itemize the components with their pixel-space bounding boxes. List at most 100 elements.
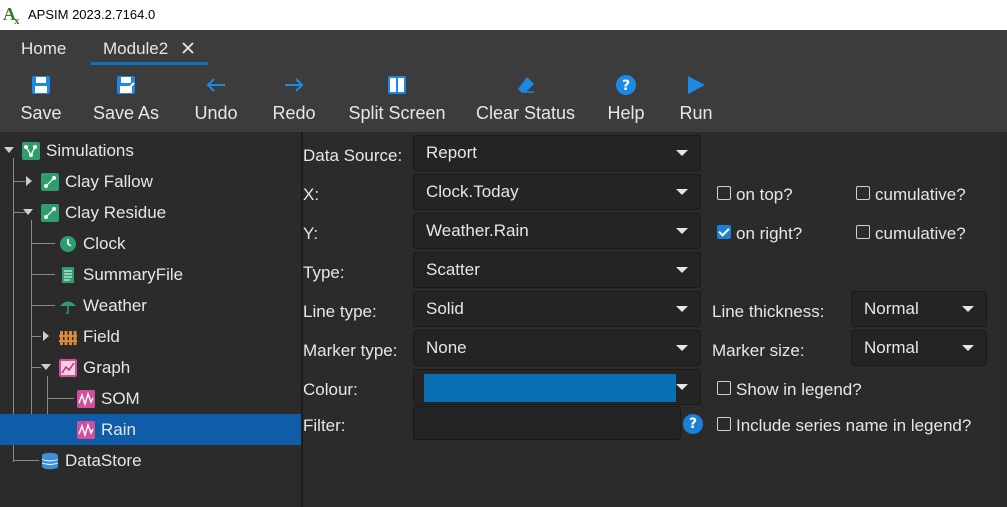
y-cumulative-label: cumulative?: [875, 224, 966, 243]
colour-swatch: [424, 374, 676, 402]
split-screen-icon: [388, 76, 406, 94]
tab-module2[interactable]: Module2: [103, 30, 168, 65]
save-as-label: Save As: [92, 103, 160, 123]
series-icon: [77, 421, 95, 439]
tree-label: Field: [83, 327, 120, 346]
tree-node-simulations[interactable]: Simulations: [0, 135, 301, 166]
include-series-name-label: Include series name in legend?: [736, 416, 972, 435]
clear-status-button[interactable]: Clear Status: [475, 65, 576, 132]
expanded-arrow-icon[interactable]: [41, 361, 51, 373]
undo-arrow-icon: [206, 78, 225, 92]
y-on-right-checkbox[interactable]: [717, 225, 731, 239]
dropdown-value: Normal: [864, 338, 919, 357]
dropdown-value: Scatter: [426, 260, 480, 279]
save-as-icon: [117, 76, 135, 94]
chevron-down-icon: [676, 267, 688, 273]
series-icon: [77, 390, 95, 408]
apsim-logo-icon: A x: [3, 4, 20, 25]
type-label: Type:: [303, 263, 345, 282]
x-on-top-checkbox[interactable]: [717, 186, 731, 200]
marker-type-label: Marker type:: [303, 341, 398, 360]
colour-dropdown[interactable]: [413, 369, 701, 405]
chevron-down-icon: [676, 384, 688, 390]
data-source-dropdown[interactable]: Report: [413, 135, 701, 171]
redo-label: Redo: [272, 103, 316, 123]
collapsed-arrow-icon[interactable]: [41, 330, 51, 342]
tree-label: DataStore: [65, 451, 142, 470]
dropdown-value: Clock.Today: [426, 182, 519, 201]
redo-button[interactable]: Redo: [270, 65, 318, 132]
tree-node-clay-fallow[interactable]: Clay Fallow: [0, 166, 301, 197]
tree-label: Clay Residue: [65, 203, 167, 222]
line-thickness-label: Line thickness:: [712, 302, 825, 321]
tree-node-som[interactable]: SOM: [0, 383, 301, 414]
colour-label: Colour:: [303, 380, 358, 399]
marker-size-dropdown[interactable]: Normal: [851, 330, 987, 366]
tree-node-clock[interactable]: Clock: [0, 228, 301, 259]
filter-input[interactable]: [413, 406, 681, 440]
line-type-dropdown[interactable]: Solid: [413, 291, 701, 327]
tree-node-datastore[interactable]: DataStore: [0, 445, 301, 476]
tree-label: SummaryFile: [83, 265, 184, 284]
series-type-dropdown[interactable]: Scatter: [413, 252, 701, 288]
tree-node-summaryfile[interactable]: SummaryFile: [0, 259, 301, 290]
marker-type-dropdown[interactable]: None: [413, 330, 701, 366]
chevron-down-icon: [676, 150, 688, 156]
save-as-button[interactable]: Save As: [90, 65, 162, 132]
include-series-name-checkbox[interactable]: [717, 417, 731, 431]
y-on-right-label: on right?: [736, 224, 803, 243]
chevron-down-icon: [676, 189, 688, 195]
show-in-legend-checkbox[interactable]: [717, 381, 731, 395]
dropdown-value: Report: [426, 143, 478, 162]
save-button[interactable]: Save: [16, 65, 66, 132]
marker-size-label: Marker size:: [712, 341, 805, 360]
clock-icon: [60, 236, 76, 252]
collapsed-arrow-icon[interactable]: [24, 175, 34, 187]
save-icon: [32, 76, 50, 94]
y-field-dropdown[interactable]: Weather.Rain: [413, 213, 701, 249]
tree-label: Rain: [101, 420, 136, 439]
tree-label: Simulations: [46, 141, 134, 160]
help-icon: ?: [616, 75, 636, 95]
window-title: APSIM 2023.2.7164.0: [28, 7, 156, 22]
x-cumulative-label: cumulative?: [875, 185, 966, 204]
line-thickness-dropdown[interactable]: Normal: [851, 291, 987, 327]
tree-label: Clock: [83, 234, 126, 253]
tab-module2-label: Module2: [103, 39, 169, 58]
save-label: Save: [20, 103, 62, 123]
y-cumulative-checkbox[interactable]: [856, 225, 870, 239]
filter-help-icon[interactable]: ?: [683, 414, 703, 434]
tree-label: Graph: [83, 358, 131, 377]
tree-node-field[interactable]: Field: [0, 321, 301, 352]
expanded-arrow-icon[interactable]: [4, 144, 14, 156]
simulations-icon: [22, 142, 40, 160]
summary-file-icon: [62, 267, 74, 283]
svg-text:x: x: [14, 15, 20, 25]
toolbar: Save Save As Undo Redo Split Screen Clea…: [0, 65, 1007, 132]
chevron-down-icon: [676, 306, 688, 312]
tree-node-rain[interactable]: Rain: [0, 414, 301, 445]
show-in-legend-label: Show in legend?: [736, 380, 862, 399]
dropdown-value: Solid: [426, 299, 464, 318]
close-icon[interactable]: [181, 41, 195, 55]
undo-button[interactable]: Undo: [190, 65, 242, 132]
x-field-dropdown[interactable]: Clock.Today: [413, 174, 701, 210]
series-editor-panel: Data Source: Report X: Clock.Today on to…: [303, 132, 1007, 507]
tab-home[interactable]: Home: [21, 30, 66, 65]
window-titlebar: A x APSIM 2023.2.7164.0: [0, 0, 1007, 30]
data-source-label: Data Source:: [303, 146, 403, 165]
tree-node-graph[interactable]: Graph: [0, 352, 301, 383]
line-type-label: Line type:: [303, 302, 377, 321]
svg-text:?: ?: [622, 78, 630, 94]
tree-node-weather[interactable]: Weather: [0, 290, 301, 321]
x-cumulative-checkbox[interactable]: [856, 186, 870, 200]
run-button[interactable]: Run: [676, 65, 716, 132]
filter-label: Filter:: [303, 416, 346, 435]
tab-bar: Home Module2: [0, 30, 1007, 65]
play-icon: [688, 76, 705, 94]
y-label: Y:: [303, 224, 319, 243]
split-screen-button[interactable]: Split Screen: [346, 65, 448, 132]
tree-node-clay-residue[interactable]: Clay Residue: [0, 197, 301, 228]
expanded-arrow-icon[interactable]: [23, 206, 33, 218]
help-button[interactable]: ? Help: [603, 65, 649, 132]
